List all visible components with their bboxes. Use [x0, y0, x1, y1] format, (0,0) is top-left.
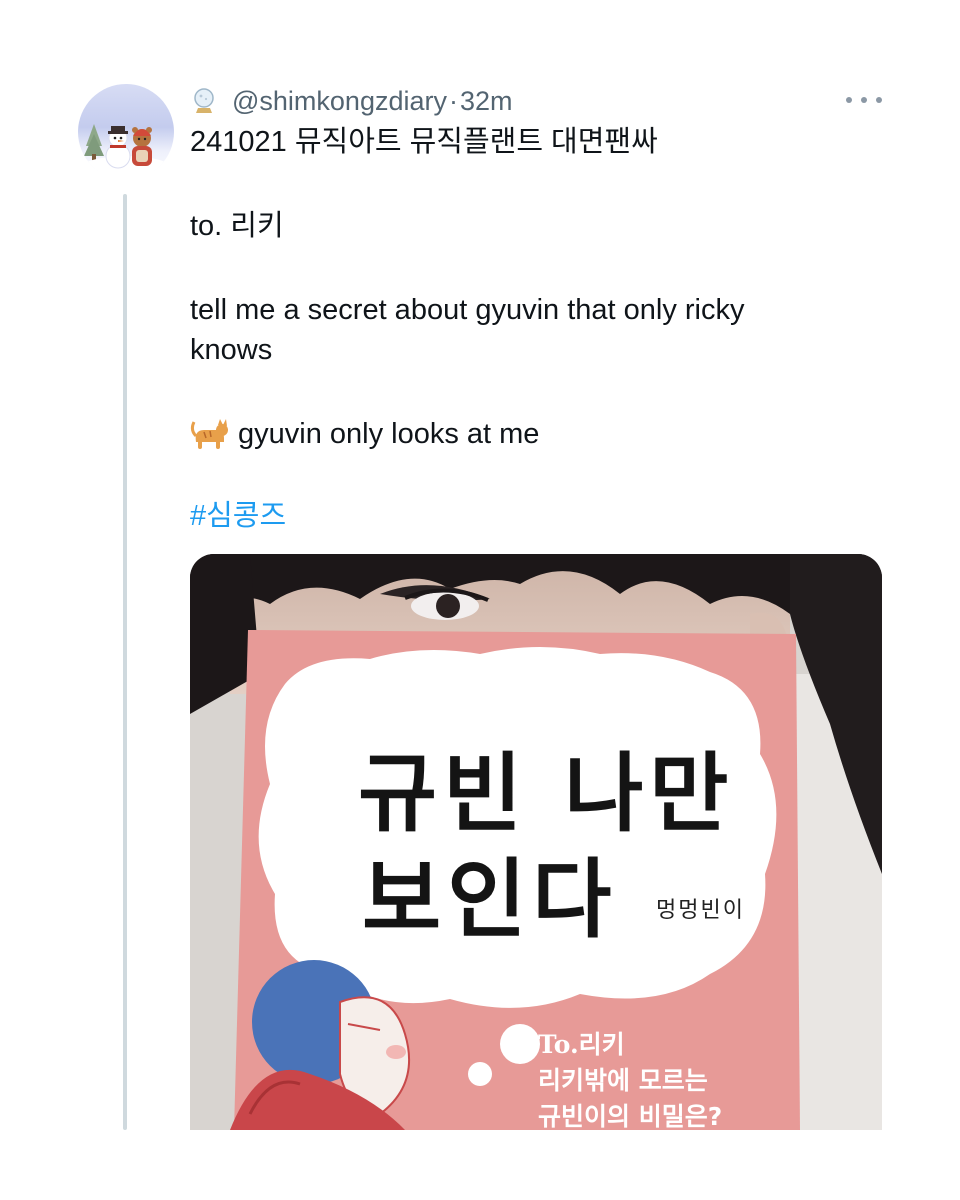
dot [876, 97, 882, 103]
signature: 멍멍빈이 [656, 898, 745, 923]
avatar-illustration [78, 124, 174, 180]
snow-globe-icon [194, 88, 214, 113]
answer-text: gyuvin only looks at me [238, 418, 540, 450]
thread-line [123, 194, 127, 1130]
dot [861, 97, 867, 103]
hashtag-link[interactable]: #심콩즈 [190, 496, 286, 536]
card-line-1: 리키밖에 모르는 [538, 1066, 708, 1095]
user-handle[interactable]: @shimkongzdiary [232, 86, 447, 117]
tweet-question-line-1: tell me a secret about gyuvin that only … [190, 294, 745, 326]
handwriting-line-2: 보인다 [362, 850, 618, 950]
tweet-header: @shimkongzdiary · 32m [190, 84, 513, 118]
more-options-icon[interactable] [846, 90, 882, 110]
dot [846, 97, 852, 103]
tweet-question-line-2: knows [190, 334, 273, 366]
card-to: To.리키 [538, 1030, 625, 1059]
avatar[interactable] [78, 84, 174, 180]
tweet-answer-line: gyuvin only looks at me [190, 414, 539, 454]
tweet-to-line: to. 리키 [190, 210, 284, 242]
timestamp[interactable]: 32m [460, 86, 513, 117]
tweet-photo[interactable]: 규빈 나만 보인다 멍멍빈이 To.리키 리키밖에 모르는 규빈이의 비밀은? [190, 554, 882, 1130]
separator: · [449, 85, 458, 116]
tweet-title-line: 241021 뮤직아트 뮤직플랜트 대면팬싸 [190, 126, 658, 158]
handwriting-line-1: 규빈 나만 [358, 744, 735, 844]
cat-emoji-icon [190, 419, 228, 449]
card-line-2: 규빈이의 비밀은? [538, 1102, 723, 1130]
